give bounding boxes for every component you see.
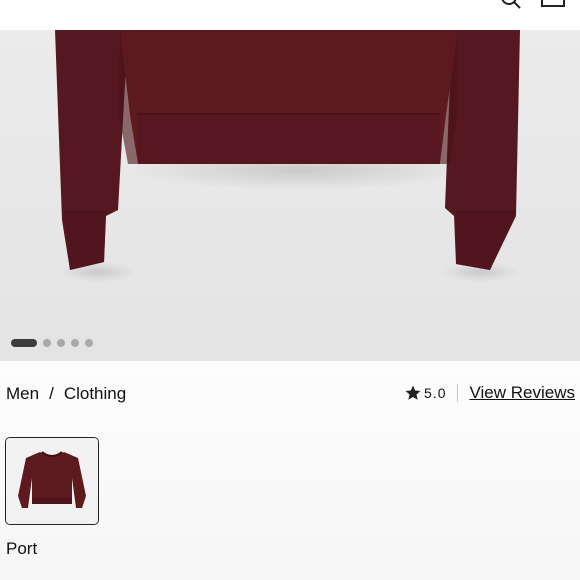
swatch-label: Port bbox=[6, 539, 38, 558]
carousel-dot-2[interactable] bbox=[43, 339, 51, 347]
shopping-bag-icon[interactable] bbox=[540, 0, 566, 8]
product-image-carousel[interactable] bbox=[0, 30, 580, 361]
carousel-dot-3[interactable] bbox=[57, 339, 65, 347]
color-swatch-port[interactable] bbox=[5, 437, 99, 525]
breadcrumb-item-clothing[interactable]: Clothing bbox=[64, 384, 126, 404]
rating-score: 5.0 bbox=[424, 385, 447, 401]
breadcrumb-item-men[interactable]: Men bbox=[6, 384, 39, 404]
product-image bbox=[0, 30, 580, 361]
carousel-dot-1[interactable] bbox=[11, 339, 37, 347]
star-icon bbox=[405, 385, 421, 400]
search-icon[interactable] bbox=[500, 0, 522, 10]
top-header bbox=[0, 0, 580, 30]
swatch-thumbnail bbox=[6, 438, 98, 524]
breadcrumb-separator: / bbox=[49, 384, 54, 403]
carousel-indicator[interactable] bbox=[11, 338, 93, 348]
carousel-dot-4[interactable] bbox=[71, 339, 79, 347]
product-rating: 5.0 View Reviews bbox=[404, 383, 575, 403]
carousel-dot-5[interactable] bbox=[85, 339, 93, 347]
divider bbox=[457, 384, 459, 402]
breadcrumb: Men / Clothing bbox=[6, 384, 126, 404]
view-reviews-link[interactable]: View Reviews bbox=[469, 383, 575, 403]
